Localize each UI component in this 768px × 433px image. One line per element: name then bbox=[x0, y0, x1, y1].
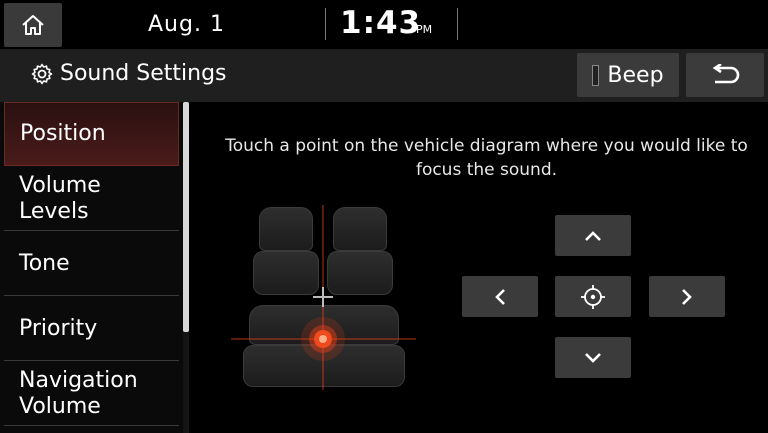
divider bbox=[457, 8, 458, 40]
page-title: Sound Settings bbox=[30, 61, 227, 86]
sidebar-item-navigation-volume[interactable]: Navigation Volume bbox=[4, 362, 179, 426]
sidebar-item-tone[interactable]: Tone bbox=[4, 232, 179, 296]
home-icon bbox=[22, 15, 44, 35]
move-down-button[interactable] bbox=[555, 337, 631, 378]
gear-icon bbox=[31, 63, 53, 84]
home-button[interactable] bbox=[4, 3, 62, 47]
focus-crosshair bbox=[231, 205, 416, 390]
back-button[interactable] bbox=[686, 53, 764, 97]
move-left-button[interactable] bbox=[462, 276, 538, 317]
sidebar-item-priority[interactable]: Priority bbox=[4, 297, 179, 361]
instruction-text: Touch a point on the vehicle diagram whe… bbox=[225, 136, 748, 180]
page-title-text: Sound Settings bbox=[60, 61, 227, 86]
chevron-left-icon bbox=[495, 288, 505, 305]
crosshair-icon bbox=[581, 284, 605, 309]
move-right-button[interactable] bbox=[649, 276, 725, 317]
clock-time: 1:43 bbox=[340, 5, 422, 41]
sidebar-menu: Position Volume Levels Tone Priority Nav… bbox=[0, 102, 183, 433]
status-bar: Aug. 1 1:43 PM bbox=[0, 0, 768, 49]
sidebar-item-label: Priority bbox=[19, 315, 98, 341]
sidebar-item-label: Volume Levels bbox=[19, 172, 101, 224]
date-display: Aug. 1 bbox=[148, 12, 225, 37]
vehicle-diagram[interactable] bbox=[231, 205, 416, 395]
title-bar: Sound Settings Beep bbox=[0, 49, 768, 102]
sidebar-item-position[interactable]: Position bbox=[4, 102, 179, 166]
sidebar-item-label: Tone bbox=[19, 250, 70, 276]
sidebar-item-volume-levels[interactable]: Volume Levels bbox=[4, 167, 179, 231]
chevron-up-icon bbox=[585, 230, 601, 241]
clock-ampm: PM bbox=[416, 23, 433, 36]
sidebar-item-label: Position bbox=[20, 121, 106, 146]
center-button[interactable] bbox=[555, 276, 631, 317]
beep-toggle-button[interactable]: Beep bbox=[577, 53, 679, 97]
move-up-button[interactable] bbox=[555, 215, 631, 256]
divider bbox=[325, 8, 326, 40]
beep-label: Beep bbox=[607, 62, 664, 88]
back-arrow-icon bbox=[712, 64, 740, 84]
chevron-down-icon bbox=[585, 352, 601, 363]
chevron-right-icon bbox=[682, 288, 692, 305]
sidebar-item-label: Navigation Volume bbox=[19, 367, 138, 419]
main-panel: Touch a point on the vehicle diagram whe… bbox=[189, 102, 768, 433]
beep-checkbox bbox=[592, 64, 600, 86]
